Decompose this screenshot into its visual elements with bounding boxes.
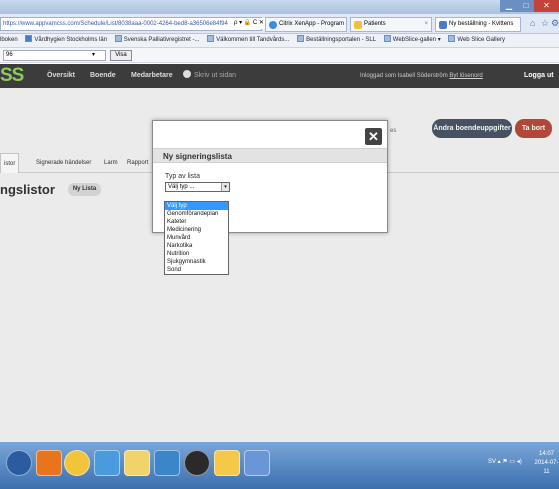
explorer-icon[interactable] [124,450,150,476]
home-icon[interactable]: ⌂ [530,18,535,28]
change-password-link[interactable]: Byt lösenord [449,73,482,79]
tab-patients-label: Patients [364,21,386,27]
chevron-down-icon: ▾ [92,52,96,58]
tab-ny-label: Ny beställning - Kvittens [449,21,514,27]
favorite-item[interactable]: lboken [0,34,18,47]
page-icon [114,35,122,42]
list-type-dropdown: Välj typ Genomförandeplan Kateter Medici… [164,201,229,275]
clock-time: 14:07 [538,451,554,457]
nav-medarbetare[interactable]: Medarbetare [131,64,173,88]
lync-icon[interactable] [154,450,180,476]
minimize-button[interactable]: ▁ [500,0,518,12]
browser-title-bar: ▁ □ ✕ [0,0,559,14]
chrome-icon[interactable] [64,450,90,476]
patients-icon [354,21,362,29]
dropdown-option[interactable]: Sjukgymnastik [165,258,228,266]
close-modal-button[interactable]: ✕ [365,128,382,145]
address-bar-row: https://www.appvamcss.com/Schedule/List/… [0,14,559,34]
chevron-down-icon[interactable]: ▾ [221,183,229,191]
dropdown-option[interactable]: Välj typ [165,202,228,210]
start-orb-icon[interactable] [6,450,32,476]
ie-icon[interactable] [94,450,120,476]
visa-button[interactable]: Visa [110,50,132,61]
page-icon [448,35,456,42]
favorite-item[interactable]: Svenska Palliativregistret -... [114,34,199,47]
list-type-label: Typ av lista [165,173,201,180]
outlook-icon[interactable] [36,450,62,476]
dropdown-option[interactable]: Sond [165,266,228,274]
page-icon [383,35,391,42]
favorites-bar: lboken Vårdhygien Stockholms län Svenska… [0,34,559,48]
list-type-selected: Välj typ ... [168,184,195,190]
app-navbar: SS Översikt Boende Medarbetare Skriv ut … [0,64,559,88]
url-input[interactable]: https://www.appvamcss.com/Schedule/List/… [0,17,262,31]
page-icon [25,35,33,42]
document-icon[interactable] [244,450,270,476]
dropdown-option[interactable]: Medicinering [165,226,228,234]
dropdown-option[interactable]: Nutrition [165,250,228,258]
modal-title: Ny signeringslista [163,152,232,161]
system-tray[interactable]: SV ▴ ⚑ ▭ ◂) [488,458,522,465]
windows-taskbar: SV ▴ ⚑ ▭ ◂) 14:07 2014-07-11 [0,442,559,489]
dropdown-option[interactable]: Munvård [165,234,228,242]
media-icon[interactable] [184,450,210,476]
folder-icon[interactable] [214,450,240,476]
favorite-item[interactable]: Beställningsportalen - SLL [297,34,376,47]
print-label: Skriv ut sidan [194,72,237,79]
print-page-link[interactable]: Skriv ut sidan [183,64,236,88]
app-logo: SS [0,65,24,86]
citrix-icon [269,21,277,29]
zoom-select[interactable]: 96 ▾ [3,50,106,61]
favorite-item[interactable]: Vårdhygien Stockholms län [25,34,107,47]
maximize-button[interactable]: □ [518,0,534,12]
print-icon [183,70,191,78]
favorite-item[interactable]: WebSlice-gallen ▾ [383,34,441,47]
dropdown-option[interactable]: Genomförandeplan [165,210,228,218]
favorites-star-icon[interactable]: ☆ [541,18,549,29]
tab-citrix-label: Citrix XenApp - Program [279,21,345,27]
dropdown-option[interactable]: Kateter [165,218,228,226]
settings-gear-icon[interactable]: ⚙ [551,18,559,29]
logged-in-info: Inloggad som Isabell Söderström Byt löse… [360,64,483,88]
favorite-item[interactable]: Välkommen till Tandvårds... [207,34,289,47]
toolbar-row: 96 ▾ Visa [0,48,559,63]
nav-oversikt[interactable]: Översikt [47,64,75,88]
tab-close-icon[interactable]: × [424,18,428,31]
language-indicator[interactable]: SV [488,459,496,465]
page-icon [297,35,305,42]
url-text: https://www.appvamcss.com/Schedule/List/… [3,21,228,27]
page-icon [207,35,215,42]
tab-ny-bestallning[interactable]: Ny beställning - Kvittens [435,17,521,32]
address-controls[interactable]: ρ ▾ 🔒 C ✕ [232,18,266,29]
close-window-button[interactable]: ✕ [534,0,559,12]
page-icon [439,21,447,29]
list-type-select[interactable]: Välj typ ... ▾ [165,182,230,192]
clock[interactable]: 14:07 2014-07-11 [534,450,559,477]
zoom-value: 96 [6,52,13,58]
modal-header: Ny signeringslista [153,148,387,163]
tab-citrix[interactable]: Citrix XenApp - Program [265,17,347,32]
clock-date: 2014-07-11 [534,460,559,475]
nav-boende[interactable]: Boende [90,64,116,88]
favorite-item[interactable]: Web Slice Gallery [448,34,505,47]
logged-in-text: Inloggad som Isabell Söderström [360,73,448,79]
dropdown-option[interactable]: Narkotika [165,242,228,250]
tab-patients[interactable]: Patients × [350,17,432,32]
logout-link[interactable]: Logga ut [524,64,554,88]
